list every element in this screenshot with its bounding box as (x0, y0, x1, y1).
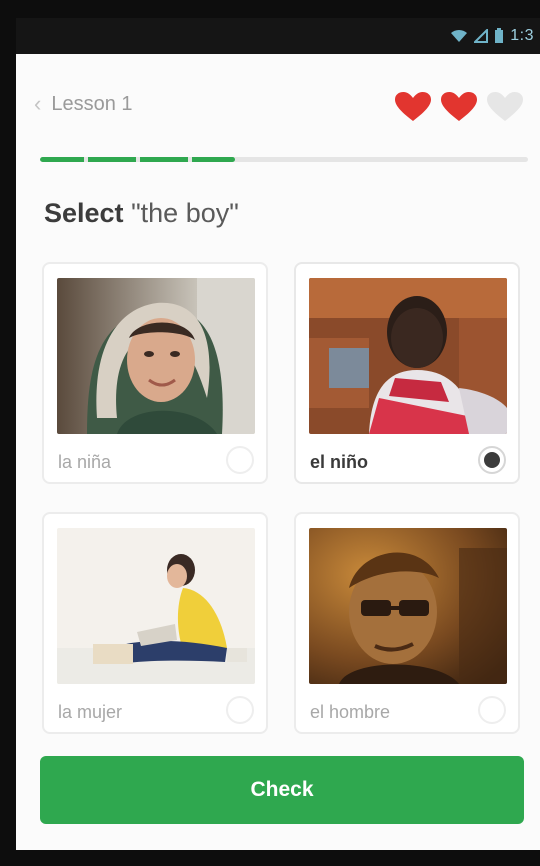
back-button[interactable]: ‹ Lesson 1 (34, 91, 133, 117)
chevron-left-icon: ‹ (34, 91, 42, 116)
prompt-word: "the boy" (131, 198, 239, 228)
heart-icon (441, 92, 477, 121)
question-prompt: Select "the boy" (44, 198, 239, 229)
boy-photo (309, 278, 507, 434)
wifi-icon (450, 29, 468, 43)
hearts-indicator (394, 91, 524, 123)
option-label: el hombre (310, 702, 391, 722)
radio-button-selected[interactable] (478, 446, 506, 474)
progress-divider (188, 157, 192, 162)
prompt-verb: Select (44, 198, 124, 228)
check-button[interactable]: Check (40, 756, 524, 824)
radio-button[interactable] (478, 696, 506, 724)
progress-divider (84, 157, 88, 162)
app-screen: 1:3 ‹ Lesson 1 Select "the boy" la niña … (16, 18, 540, 850)
device-frame: 1:3 ‹ Lesson 1 Select "the boy" la niña … (0, 0, 540, 866)
option-card-selected[interactable]: el niño (294, 262, 520, 484)
lesson-title: Lesson 1 (51, 92, 133, 115)
radio-button[interactable] (226, 446, 254, 474)
heart-icon (395, 92, 431, 121)
signal-icon (474, 29, 489, 43)
progress-divider (136, 157, 140, 162)
radio-button[interactable] (226, 696, 254, 724)
woman-photo (57, 528, 255, 684)
battery-icon (494, 28, 504, 44)
girl-photo (57, 278, 255, 434)
option-label: el niño (310, 452, 368, 472)
heart-empty-icon (487, 92, 523, 121)
status-bar: 1:3 (16, 18, 540, 54)
man-photo (309, 528, 507, 684)
option-label: la niña (58, 452, 112, 472)
option-card[interactable]: la mujer (42, 512, 268, 734)
lesson-progress-bar (40, 157, 528, 162)
option-card[interactable]: el hombre (294, 512, 520, 734)
status-time: 1:3 (510, 27, 534, 44)
option-label: la mujer (58, 702, 123, 722)
option-card[interactable]: la niña (42, 262, 268, 484)
radio-dot (484, 452, 500, 468)
lesson-header: ‹ Lesson 1 (16, 54, 540, 154)
